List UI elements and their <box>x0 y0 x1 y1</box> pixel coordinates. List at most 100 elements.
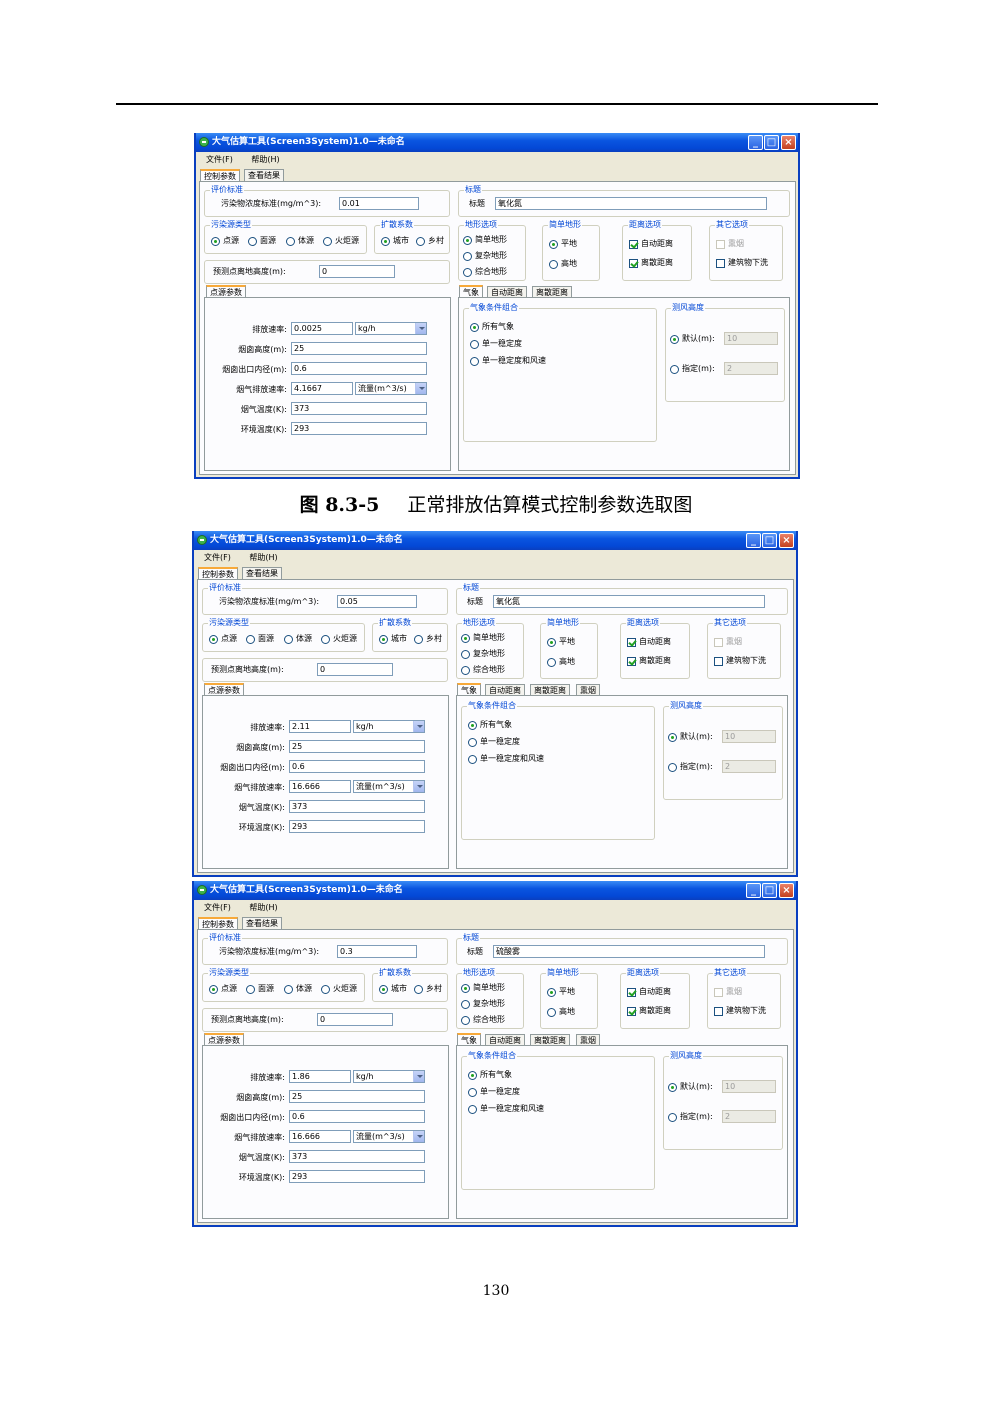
title-input[interactable]: 氧化氮 <box>495 197 767 210</box>
radio-complex-terrain[interactable] <box>461 650 470 659</box>
checkbox-auto-distance[interactable] <box>627 988 636 997</box>
radio-volume-source[interactable] <box>284 635 293 644</box>
title-bar[interactable]: 大气估算工具(Screen3System)1.0—未命名 _ □ × <box>196 133 798 152</box>
checkbox-downwash[interactable] <box>714 1007 723 1016</box>
anem-default-input[interactable]: 10 <box>724 332 778 345</box>
menu-file[interactable]: 文件(F) <box>204 903 231 912</box>
radio-met-single[interactable] <box>468 738 477 747</box>
rate-unit-select[interactable]: kg/h <box>355 322 427 335</box>
gas-flow-input[interactable]: 16.666 <box>289 1130 351 1143</box>
menu-help[interactable]: 帮助(H) <box>249 553 277 562</box>
checkbox-auto-distance[interactable] <box>627 638 636 647</box>
radio-elevated[interactable] <box>547 1008 556 1017</box>
minimize-button[interactable]: _ <box>746 883 761 898</box>
tab-view-results[interactable]: 查看结果 <box>244 169 284 181</box>
radio-met-all[interactable] <box>468 721 477 730</box>
radio-anem-default[interactable] <box>668 733 677 742</box>
title-input[interactable]: 氧化氮 <box>493 595 765 608</box>
radio-rural[interactable] <box>416 237 425 246</box>
tab-control-params[interactable]: 控制参数 <box>198 567 238 579</box>
radio-simple-terrain[interactable] <box>461 984 470 993</box>
checkbox-discrete-distance[interactable] <box>627 1007 636 1016</box>
radio-urban[interactable] <box>379 985 388 994</box>
conc-standard-input[interactable]: 0.05 <box>337 595 417 608</box>
radio-area-source[interactable] <box>246 985 255 994</box>
tab-control-params[interactable]: 控制参数 <box>198 917 238 929</box>
radio-point-source[interactable] <box>209 635 218 644</box>
checkbox-fumigation[interactable] <box>714 988 723 997</box>
minimize-button[interactable]: _ <box>748 135 763 150</box>
emission-rate-input[interactable]: 2.11 <box>289 720 351 733</box>
emission-rate-input[interactable]: 1.86 <box>289 1070 351 1083</box>
checkbox-fumigation[interactable] <box>714 638 723 647</box>
radio-flare-source[interactable] <box>323 237 332 246</box>
radio-met-single[interactable] <box>468 1088 477 1097</box>
ambient-temp-input[interactable]: 293 <box>291 422 427 435</box>
maximize-button[interactable]: □ <box>762 883 777 898</box>
radio-rural[interactable] <box>414 985 423 994</box>
radio-met-single-wind[interactable] <box>470 357 479 366</box>
close-button[interactable]: × <box>779 883 794 898</box>
rate-unit-select[interactable]: kg/h <box>353 1070 425 1083</box>
gas-flow-input[interactable]: 4.1667 <box>291 382 353 395</box>
tab-point-source-params[interactable]: 点源参数 <box>204 683 244 695</box>
flow-unit-select[interactable]: 流量(m^3/s) <box>355 382 427 395</box>
radio-point-source[interactable] <box>211 237 220 246</box>
checkbox-auto-distance[interactable] <box>629 240 638 249</box>
radio-rural[interactable] <box>414 635 423 644</box>
receptor-height-input[interactable]: 0 <box>317 663 393 676</box>
stack-diameter-input[interactable]: 0.6 <box>289 760 425 773</box>
conc-standard-input[interactable]: 0.3 <box>337 945 417 958</box>
checkbox-discrete-distance[interactable] <box>627 657 636 666</box>
radio-combined-terrain[interactable] <box>463 268 472 277</box>
emission-rate-input[interactable]: 0.0025 <box>291 322 353 335</box>
tab-point-source-params[interactable]: 点源参数 <box>206 285 246 297</box>
ambient-temp-input[interactable]: 293 <box>289 1170 425 1183</box>
stack-height-input[interactable]: 25 <box>289 1090 425 1103</box>
tab-control-params[interactable]: 控制参数 <box>200 169 240 181</box>
radio-simple-terrain[interactable] <box>461 634 470 643</box>
radio-met-all[interactable] <box>470 323 479 332</box>
stack-height-input[interactable]: 25 <box>289 740 425 753</box>
gas-flow-input[interactable]: 16.666 <box>289 780 351 793</box>
radio-simple-terrain[interactable] <box>463 236 472 245</box>
radio-flare-source[interactable] <box>321 985 330 994</box>
gas-temp-input[interactable]: 373 <box>291 402 427 415</box>
checkbox-downwash[interactable] <box>716 259 725 268</box>
radio-anem-specify[interactable] <box>668 1113 677 1122</box>
checkbox-fumigation[interactable] <box>716 240 725 249</box>
radio-urban[interactable] <box>379 635 388 644</box>
rate-unit-select[interactable]: kg/h <box>353 720 425 733</box>
flow-unit-select[interactable]: 流量(m^3/s) <box>353 780 425 793</box>
radio-anem-specify[interactable] <box>668 763 677 772</box>
receptor-height-input[interactable]: 0 <box>319 265 395 278</box>
radio-flat[interactable] <box>547 988 556 997</box>
menu-help[interactable]: 帮助(H) <box>249 903 277 912</box>
radio-complex-terrain[interactable] <box>463 252 472 261</box>
radio-volume-source[interactable] <box>284 985 293 994</box>
stack-height-input[interactable]: 25 <box>291 342 427 355</box>
radio-elevated[interactable] <box>547 658 556 667</box>
radio-met-single[interactable] <box>470 340 479 349</box>
radio-anem-default[interactable] <box>670 335 679 344</box>
stack-diameter-input[interactable]: 0.6 <box>289 1110 425 1123</box>
tab-met[interactable]: 气象 <box>457 683 481 695</box>
conc-standard-input[interactable]: 0.01 <box>339 197 419 210</box>
radio-area-source[interactable] <box>246 635 255 644</box>
radio-combined-terrain[interactable] <box>461 1016 470 1025</box>
radio-elevated[interactable] <box>549 260 558 269</box>
radio-combined-terrain[interactable] <box>461 666 470 675</box>
radio-flat[interactable] <box>549 240 558 249</box>
checkbox-downwash[interactable] <box>714 657 723 666</box>
radio-met-single-wind[interactable] <box>468 1105 477 1114</box>
anem-default-input[interactable]: 10 <box>722 1080 776 1093</box>
radio-anem-default[interactable] <box>668 1083 677 1092</box>
radio-met-all[interactable] <box>468 1071 477 1080</box>
close-button[interactable]: × <box>779 533 794 548</box>
title-input[interactable]: 硫酸雾 <box>493 945 765 958</box>
flow-unit-select[interactable]: 流量(m^3/s) <box>353 1130 425 1143</box>
maximize-button[interactable]: □ <box>762 533 777 548</box>
radio-met-single-wind[interactable] <box>468 755 477 764</box>
anem-specify-input[interactable]: 2 <box>722 1110 776 1123</box>
tab-met[interactable]: 气象 <box>459 285 483 297</box>
